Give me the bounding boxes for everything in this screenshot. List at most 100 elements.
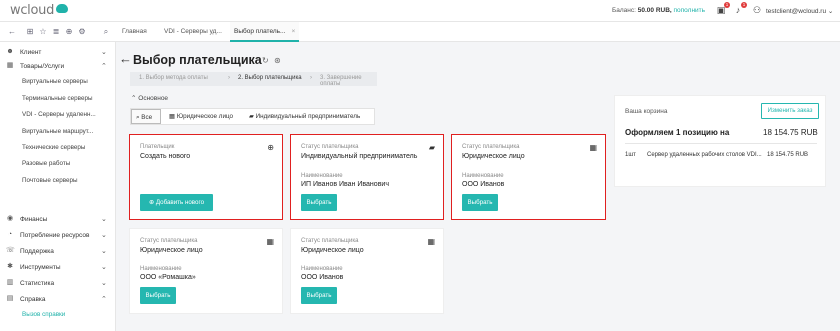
chevron-down-icon: ⌄: [101, 280, 107, 287]
back-arrow-icon[interactable]: ←: [119, 51, 132, 66]
select-payer-button[interactable]: Выбрать: [301, 287, 337, 304]
sidebar-item-consumption[interactable]: ◔ Потребление ресурсов ⌄: [0, 229, 116, 243]
filter-all[interactable]: ⌕ Все: [131, 109, 161, 124]
filter-label: Юридическое лицо: [176, 113, 234, 120]
sidebar-item-label: Потребление ресурсов: [20, 232, 90, 239]
sidebar-item-finance[interactable]: ◉ Финансы ⌄: [0, 213, 116, 227]
cart-panel: Ваша корзина Изменить заказ Оформляем 1 …: [614, 95, 826, 187]
notification-badge: 1: [741, 2, 747, 8]
sidebar-subitem[interactable]: Технические серверы: [22, 144, 85, 151]
bell-icon[interactable]: ♪ 1: [733, 2, 747, 15]
briefcase-icon: ▰: [249, 113, 254, 120]
chevron-down-icon: ⌄: [101, 49, 107, 56]
change-order-button[interactable]: Изменить заказ: [761, 103, 819, 119]
chevron-up-icon: ⌃: [101, 296, 107, 303]
sidebar-subitem[interactable]: VDI - Серверы удаленн...: [22, 111, 96, 118]
logo-text: wcloud: [10, 3, 55, 18]
user-avatar-icon[interactable]: ⚇: [752, 5, 762, 15]
settings-icon[interactable]: ⚙: [77, 26, 87, 37]
section-toggle[interactable]: ⌃ Основное: [131, 94, 168, 102]
cart-heading: Ваша корзина: [625, 108, 668, 115]
chevron-up-icon: ⌃: [131, 95, 137, 102]
divider: [625, 143, 817, 144]
sidebar-item-label: Клиент: [20, 49, 42, 56]
filter-label: Индивидуальный предприниматель: [255, 113, 361, 120]
balance: Баланс: 50.00 RUB, пополнить: [612, 7, 705, 14]
cart-item-name: Сервер удаленных рабочих столов VDI...: [647, 152, 762, 158]
search-icon[interactable]: ⌕: [101, 26, 111, 37]
card-value: ООО Иванов: [462, 181, 505, 188]
card-value: Юридическое лицо: [301, 247, 364, 254]
card-label: Статус плательщика: [301, 238, 359, 244]
tab-label: Главная: [122, 28, 147, 35]
back-arrow-icon[interactable]: ←: [7, 26, 17, 37]
chevron-down-icon: ⌄: [101, 232, 107, 239]
step-payment-method[interactable]: 1. Выбор метода оплаты: [139, 75, 208, 81]
sidebar-subitem[interactable]: Разовые работы: [22, 160, 70, 167]
chevron-down-icon: ⌄: [827, 8, 834, 15]
tab-payer-select[interactable]: Выбор платель... ×: [230, 22, 300, 42]
add-icon[interactable]: ⊕: [64, 26, 74, 37]
filter-legal-entity[interactable]: ▦ Юридическое лицо: [165, 109, 233, 124]
close-icon[interactable]: ×: [291, 28, 295, 35]
sidebar-item-label: Инструменты: [20, 264, 61, 271]
section-label: Основное: [138, 95, 169, 102]
add-new-payer-button[interactable]: ⊕ Добавить нового: [140, 194, 213, 211]
gauge-icon: ◔: [7, 231, 13, 238]
sidebar-subitem-call-help[interactable]: Вызов справки: [22, 311, 65, 318]
filter-entrepreneur[interactable]: ▰ Индивидуальный предприниматель: [245, 109, 360, 124]
tree-icon[interactable]: ⊞: [25, 26, 35, 37]
card-value: Создать нового: [140, 153, 191, 160]
card-label: Наименование: [301, 173, 343, 179]
briefcase-icon: ▰: [428, 143, 435, 152]
sidebar-item-help[interactable]: ▤ Справка ⌃: [0, 293, 116, 307]
stats-icon: ▥: [6, 279, 14, 286]
cloud-icon: [56, 4, 69, 13]
finance-icon: ◉: [6, 215, 14, 222]
list-icon[interactable]: ≣: [51, 26, 61, 37]
select-payer-button[interactable]: Выбрать: [301, 194, 337, 211]
cart-total: 18 154.75 RUB: [763, 128, 818, 137]
sidebar-subitem[interactable]: Виртуальные серверы: [22, 78, 88, 85]
sidebar-item-support[interactable]: ☏ Поддержка ⌄: [0, 245, 116, 259]
sidebar-item-tools[interactable]: ✱ Инструменты ⌄: [0, 261, 116, 275]
sidebar-subitem[interactable]: Почтовые серверы: [22, 177, 78, 184]
payer-card-legal: Статус плательщика Юридическое лицо Наим…: [129, 228, 283, 314]
refresh-icon[interactable]: ↻: [262, 56, 269, 65]
sidebar-item-client[interactable]: ☻ Клиент ⌄: [0, 46, 116, 60]
users-icon: ☻: [6, 48, 14, 55]
building-icon: ▦: [427, 237, 435, 246]
chevron-down-icon: ⌄: [101, 216, 107, 223]
sidebar-item-stats[interactable]: ▥ Статистика ⌄: [0, 277, 116, 291]
card-value: Индивидуальный предприниматель: [301, 153, 418, 160]
sidebar-item-goods[interactable]: ▦ Товары/Услуги ⌃: [0, 60, 116, 74]
star-icon[interactable]: ☆: [38, 26, 48, 37]
card-label: Наименование: [462, 173, 504, 179]
building-icon: ▦: [169, 113, 175, 120]
logo[interactable]: wcloud: [10, 3, 69, 18]
tab-home[interactable]: Главная: [118, 22, 151, 42]
help-icon: ▤: [6, 295, 14, 302]
select-payer-button[interactable]: Выбрать: [462, 194, 498, 211]
cart-icon[interactable]: ▣ 1: [716, 2, 730, 15]
step-finish: 3. Завершение оплаты: [320, 75, 362, 87]
card-label: Статус плательщика: [301, 144, 359, 150]
chevron-down-icon: ⌄: [101, 264, 107, 271]
cart-summary: Оформляем 1 позицию на: [625, 128, 730, 137]
globe-icon[interactable]: ⊛: [274, 56, 281, 65]
sidebar-subitem[interactable]: Виртуальные маршрут...: [22, 128, 93, 135]
tab-vdi[interactable]: VDI - Серверы уд...: [160, 22, 226, 42]
chevron-up-icon: ⌃: [101, 63, 107, 70]
step-payer: 2. Выбор плательщика: [238, 75, 302, 81]
cart-item-price: 18 154.75 RUB: [767, 152, 809, 158]
tab-label: VDI - Серверы уд...: [164, 28, 222, 35]
sidebar-subitem[interactable]: Терминальные серверы: [22, 95, 93, 102]
user-menu[interactable]: testclient@wcloud.ru ⌄: [766, 7, 833, 15]
building-icon: ▦: [266, 237, 274, 246]
top-up-link[interactable]: пополнить: [674, 7, 706, 14]
tab-label: Выбор платель...: [234, 28, 286, 35]
select-payer-button[interactable]: Выбрать: [140, 287, 176, 304]
tools-icon: ✱: [7, 263, 13, 270]
payer-card-legal: Статус плательщика Юридическое лицо Наим…: [451, 134, 606, 220]
box-icon: ▦: [6, 62, 14, 69]
